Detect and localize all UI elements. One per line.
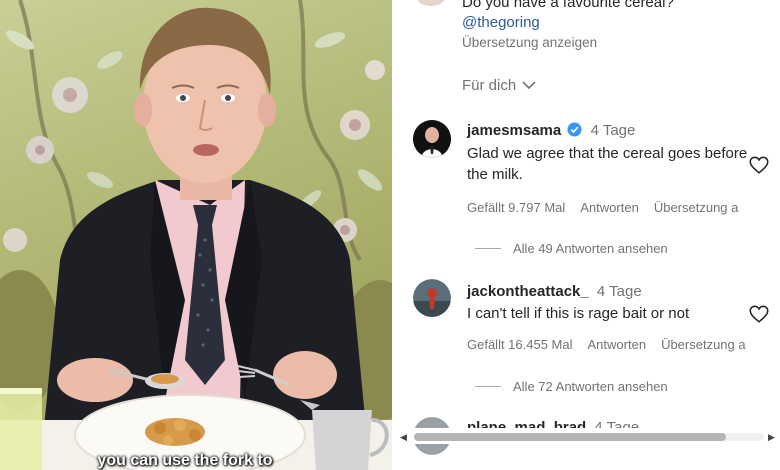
scroll-thumb[interactable] <box>414 433 726 441</box>
scroll-left-icon[interactable]: ◀ <box>400 432 407 443</box>
divider <box>475 248 501 249</box>
video-subtitle: you can use the fork to <box>97 452 273 469</box>
comment-username[interactable]: jamesmsama <box>467 122 561 139</box>
like-heart-icon[interactable] <box>748 303 770 325</box>
translate-button[interactable]: Übersetzung a <box>661 337 746 352</box>
video-player[interactable]: you can use the fork to <box>0 0 392 470</box>
view-replies-label: Alle 72 Antworten ansehen <box>513 379 668 394</box>
like-count: Gefällt 16.455 Mal <box>467 337 573 352</box>
verified-badge-icon <box>567 122 582 137</box>
translate-button[interactable]: Übersetzung a <box>654 200 739 215</box>
horizontal-scrollbar[interactable]: ◀ ▶ <box>400 428 775 444</box>
post-caption: Do you have a favourite cereal? <box>462 0 674 11</box>
comment-time: 4 Tage <box>596 283 642 300</box>
like-heart-icon[interactable] <box>748 154 770 176</box>
avatar-image <box>413 279 451 317</box>
scroll-right-icon[interactable]: ▶ <box>768 432 775 443</box>
reply-button[interactable]: Antworten <box>588 337 647 352</box>
video-frame <box>0 0 392 470</box>
comment-text: I can't tell if this is rage bait or not <box>467 305 690 322</box>
view-replies-label: Alle 49 Antworten ansehen <box>513 241 668 256</box>
comments-panel[interactable]: Do you have a favourite cereal? @thegori… <box>392 0 780 470</box>
avatar[interactable] <box>413 120 451 158</box>
mention-link[interactable]: @thegoring <box>462 14 540 31</box>
avatar[interactable] <box>416 0 446 6</box>
view-replies-button[interactable]: Alle 72 Antworten ansehen <box>475 379 668 394</box>
divider <box>475 386 501 387</box>
translate-link[interactable]: Übersetzung anzeigen <box>462 35 597 50</box>
sort-label: Für dich <box>462 77 517 94</box>
sort-dropdown[interactable]: Für dich <box>462 77 536 94</box>
comment-text: Glad we agree that the cereal goes befor… <box>467 145 748 183</box>
avatar-image <box>413 120 451 158</box>
like-count: Gefällt 9.797 Mal <box>467 200 566 215</box>
comment-time: 4 Tage <box>590 122 636 139</box>
reply-button[interactable]: Antworten <box>580 200 639 215</box>
chevron-down-icon <box>522 81 536 90</box>
comment-username[interactable]: jackontheattack_ <box>467 283 589 300</box>
avatar[interactable] <box>413 279 451 317</box>
view-replies-button[interactable]: Alle 49 Antworten ansehen <box>475 241 668 256</box>
